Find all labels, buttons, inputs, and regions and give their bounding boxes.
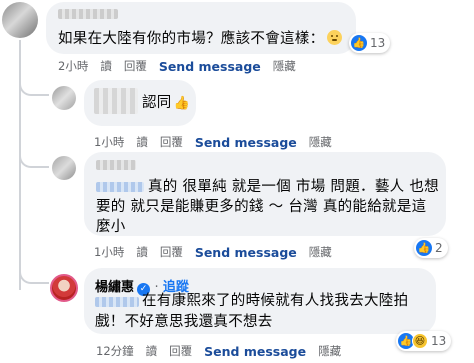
- mention-redacted: [95, 297, 139, 307]
- commenter-name-redacted: [58, 9, 118, 19]
- comment-text-line: 麼小: [96, 219, 126, 235]
- comment-actions: 12分鐘 讀 回覆 Send message 隱藏: [96, 343, 353, 359]
- thread-connector: [19, 80, 49, 96]
- reaction-count: 13: [431, 334, 447, 348]
- commenter-avatar[interactable]: [52, 86, 76, 110]
- comment-text-line: 要的 就只是能賺更多的錢 ～ 台灣 真的能給就是這: [96, 199, 427, 215]
- commenter-name-redacted: [94, 88, 138, 114]
- read-button[interactable]: 讀: [100, 58, 112, 74]
- reply-button[interactable]: 回覆: [124, 58, 147, 74]
- comment-text-line: 真的 很單純 就是一個 市場 問題．藝人 也想: [148, 179, 439, 195]
- reply-button[interactable]: 回覆: [169, 343, 192, 359]
- send-message-button[interactable]: Send message: [204, 344, 306, 359]
- author-avatar[interactable]: [50, 274, 78, 302]
- comment-actions: 1小時 讀 回覆 Send message 隱藏: [94, 244, 344, 260]
- reaction-summary[interactable]: 👍 13: [349, 33, 391, 53]
- read-button[interactable]: 讀: [136, 134, 148, 150]
- reply-button[interactable]: 回覆: [160, 244, 183, 260]
- smiley-emoji-icon: [327, 30, 343, 45]
- hide-button[interactable]: 隱藏: [309, 244, 332, 260]
- comment-text: 如果在大陸有你的市場？應該不會這樣：: [58, 28, 343, 50]
- comment-time[interactable]: 1小時: [94, 134, 124, 150]
- haha-icon: 😆: [412, 333, 428, 349]
- read-button[interactable]: 讀: [136, 244, 148, 260]
- comment-text-line: 在有康熙來了的時候就有人找我去大陸拍: [142, 293, 409, 309]
- comment-actions: 1小時 讀 回覆 Send message 隱藏: [94, 134, 344, 150]
- like-icon: 👍: [351, 35, 367, 51]
- thread-connector: [19, 270, 49, 284]
- comment-bubble: 如果在大陸有你的市場？應該不會這樣：: [46, 2, 356, 54]
- hide-button[interactable]: 隱藏: [318, 343, 341, 359]
- reaction-summary[interactable]: 👍 😆 13: [396, 331, 452, 351]
- hide-button[interactable]: 隱藏: [273, 58, 296, 74]
- comment-text: 認同 👍: [142, 92, 190, 115]
- thumbs-up-icon: 👍: [173, 96, 191, 111]
- like-icon: 👍: [416, 240, 432, 256]
- reply-button[interactable]: 回覆: [160, 134, 183, 150]
- comment-bubble: 真的 很單純 就是一個 市場 問題．藝人 也想 要的 就只是能賺更多的錢 ～ 台…: [84, 152, 446, 236]
- commenter-name-redacted: [96, 160, 136, 170]
- commenter-avatar[interactable]: [2, 2, 38, 38]
- comment-bubble: 認同 👍: [84, 80, 196, 126]
- reaction-count: 2: [435, 241, 443, 255]
- comment-text-line: 戲！不好意思我還真不想去: [95, 314, 273, 330]
- reaction-summary[interactable]: 👍 2: [414, 238, 448, 258]
- comment-time[interactable]: 2小時: [58, 58, 88, 74]
- reaction-count: 13: [370, 36, 386, 50]
- comment-actions: 2小時 讀 回覆 Send message 隱藏: [58, 58, 308, 74]
- comment-bubble: 楊繡惠 ✓ · 追蹤 在有康熙來了的時候就有人找我去大陸拍 戲！不好意思我還真不想…: [84, 268, 436, 334]
- send-message-button[interactable]: Send message: [159, 59, 261, 74]
- comment-time[interactable]: 1小時: [94, 244, 124, 260]
- read-button[interactable]: 讀: [146, 343, 158, 359]
- mention-redacted: [96, 182, 144, 192]
- comment-time[interactable]: 12分鐘: [96, 343, 134, 359]
- commenter-avatar[interactable]: [52, 156, 76, 180]
- thread-line: [19, 40, 21, 290]
- thread-connector: [19, 152, 49, 168]
- hide-button[interactable]: 隱藏: [309, 134, 332, 150]
- send-message-button[interactable]: Send message: [195, 135, 297, 150]
- send-message-button[interactable]: Send message: [195, 245, 297, 260]
